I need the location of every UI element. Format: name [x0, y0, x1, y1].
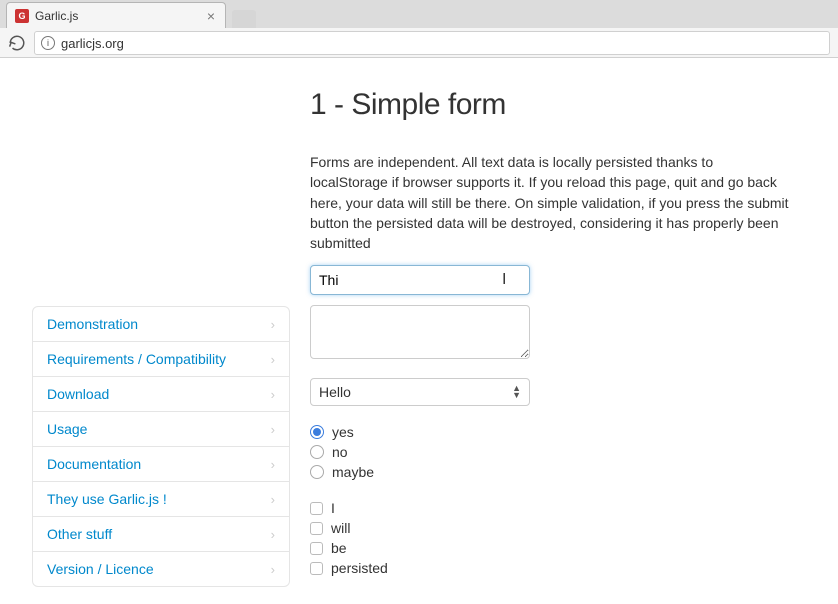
checkbox-label: be — [331, 540, 347, 556]
sidenav-item-usage[interactable]: Usage › — [33, 412, 289, 447]
text-input[interactable] — [310, 265, 530, 295]
browser-chrome: G Garlic.js × i garlicjs.org — [0, 0, 838, 58]
checkbox-label: I — [331, 500, 335, 516]
sidenav-item-version-licence[interactable]: Version / Licence › — [33, 552, 289, 586]
checkbox-icon — [310, 562, 323, 575]
checkbox-icon — [310, 522, 323, 535]
sidenav-item-download[interactable]: Download › — [33, 377, 289, 412]
site-info-icon[interactable]: i — [41, 36, 55, 50]
chevron-right-icon: › — [271, 422, 275, 437]
sidenav-item-label: Version / Licence — [47, 561, 154, 577]
sidebar-column: Demonstration › Requirements / Compatibi… — [0, 88, 310, 594]
checkbox-label: will — [331, 520, 350, 536]
chevron-right-icon: › — [271, 457, 275, 472]
sidenav-item-they-use[interactable]: They use Garlic.js ! › — [33, 482, 289, 517]
select-value: Hello — [319, 384, 351, 400]
page-body: Demonstration › Requirements / Compatibi… — [0, 58, 838, 594]
chevron-right-icon: › — [271, 352, 275, 367]
new-tab-button[interactable] — [232, 10, 256, 28]
checkbox-option-persisted[interactable]: persisted — [310, 558, 790, 578]
checkbox-icon — [310, 542, 323, 555]
radio-icon — [310, 465, 324, 479]
radio-option-yes[interactable]: yes — [310, 422, 790, 442]
sidenav-item-label: They use Garlic.js ! — [47, 491, 167, 507]
tab-title: Garlic.js — [35, 9, 78, 23]
radio-group: yes no maybe — [310, 422, 790, 482]
tab-bar: G Garlic.js × — [0, 0, 838, 28]
sidenav-item-other-stuff[interactable]: Other stuff › — [33, 517, 289, 552]
url-field[interactable]: i garlicjs.org — [34, 31, 830, 55]
sidenav-item-label: Other stuff — [47, 526, 112, 542]
address-bar: i garlicjs.org — [0, 28, 838, 58]
page-title: 1 - Simple form — [310, 88, 790, 122]
sidenav-item-label: Requirements / Compatibility — [47, 351, 226, 367]
page-description: Forms are independent. All text data is … — [310, 152, 790, 253]
sidenav-item-label: Download — [47, 386, 109, 402]
radio-icon — [310, 425, 324, 439]
sidenav-item-label: Documentation — [47, 456, 141, 472]
chevron-right-icon: › — [271, 317, 275, 332]
browser-tab[interactable]: G Garlic.js × — [6, 2, 226, 28]
chevron-right-icon: › — [271, 387, 275, 402]
sidenav-item-label: Demonstration — [47, 316, 138, 332]
checkbox-group: I will be persisted — [310, 498, 790, 578]
url-text: garlicjs.org — [61, 36, 124, 51]
close-icon[interactable]: × — [207, 9, 215, 23]
radio-label: no — [332, 444, 348, 460]
chevron-right-icon: › — [271, 492, 275, 507]
textarea-input[interactable] — [310, 305, 530, 359]
radio-icon — [310, 445, 324, 459]
sidenav-item-documentation[interactable]: Documentation › — [33, 447, 289, 482]
checkbox-option-i[interactable]: I — [310, 498, 790, 518]
sidenav-item-demonstration[interactable]: Demonstration › — [33, 307, 289, 342]
favicon-icon: G — [15, 9, 29, 23]
radio-option-no[interactable]: no — [310, 442, 790, 462]
sidenav-item-requirements[interactable]: Requirements / Compatibility › — [33, 342, 289, 377]
reload-icon[interactable] — [8, 34, 26, 52]
checkbox-label: persisted — [331, 560, 388, 576]
sidenav-item-label: Usage — [47, 421, 87, 437]
radio-label: yes — [332, 424, 354, 440]
radio-label: maybe — [332, 464, 374, 480]
chevron-right-icon: › — [271, 527, 275, 542]
chevron-right-icon: › — [271, 562, 275, 577]
radio-option-maybe[interactable]: maybe — [310, 462, 790, 482]
checkbox-option-be[interactable]: be — [310, 538, 790, 558]
main-column: 1 - Simple form Forms are independent. A… — [310, 88, 810, 594]
select-dropdown[interactable]: Hello ▲▼ — [310, 378, 530, 406]
checkbox-icon — [310, 502, 323, 515]
sidenav: Demonstration › Requirements / Compatibi… — [32, 306, 290, 587]
checkbox-option-will[interactable]: will — [310, 518, 790, 538]
select-arrows-icon: ▲▼ — [512, 385, 521, 399]
